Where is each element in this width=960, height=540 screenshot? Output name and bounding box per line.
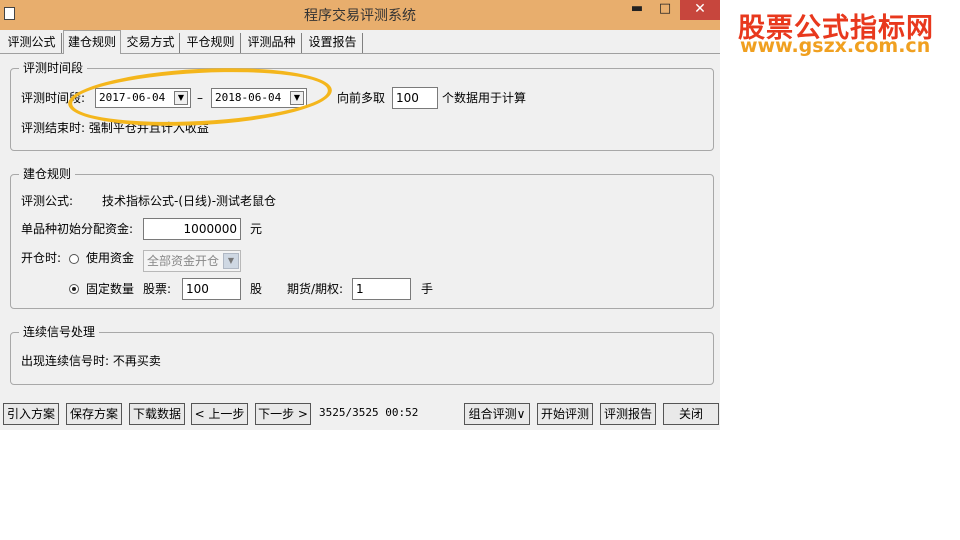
close-button[interactable]: 关闭 bbox=[663, 403, 719, 425]
stock-label: 股票: bbox=[143, 282, 172, 296]
tab-trade-mode[interactable]: 交易方式 bbox=[122, 33, 180, 53]
fixed-qty-radio[interactable] bbox=[69, 284, 79, 294]
download-data-button[interactable]: 下载数据 bbox=[129, 403, 185, 425]
tab-report-settings[interactable]: 设置报告 bbox=[303, 33, 363, 53]
chevron-down-icon[interactable]: ▼ bbox=[223, 253, 239, 269]
save-plan-button[interactable]: 保存方案 bbox=[66, 403, 122, 425]
signals-legend: 连续信号处理 bbox=[19, 325, 100, 339]
open-label: 开仓时: bbox=[21, 251, 62, 265]
futures-unit: 手 bbox=[421, 282, 434, 296]
futures-qty-input[interactable]: 1 bbox=[352, 278, 411, 300]
formula-value: 技术指标公式-(日线)-测试老鼠仓 bbox=[102, 194, 277, 208]
use-capital-radio[interactable] bbox=[69, 254, 79, 264]
next-step-button[interactable]: 下一步 > bbox=[255, 403, 311, 425]
stock-qty-input[interactable]: 100 bbox=[182, 278, 241, 300]
start-eval-button[interactable]: 开始评测 bbox=[537, 403, 593, 425]
stock-unit: 股 bbox=[250, 282, 263, 296]
capital-input[interactable]: 1000000 bbox=[143, 218, 241, 240]
close-window-button[interactable]: ✕ bbox=[680, 0, 720, 20]
window-title: 程序交易评测系统 bbox=[304, 8, 416, 24]
formula-label: 评测公式: bbox=[21, 194, 74, 208]
capital-label: 单品种初始分配资金: bbox=[21, 222, 134, 236]
lookback-suffix: 个数据用于计算 bbox=[442, 91, 527, 105]
tab-bar: 评测公式 建仓规则 交易方式 平仓规则 评测品种 设置报告 bbox=[0, 30, 720, 54]
use-capital-label[interactable]: 使用资金 bbox=[86, 250, 134, 266]
capital-mode-select[interactable]: 全部资金开仓 ▼ bbox=[143, 250, 241, 272]
watermark-url: www.gszx.com.cn bbox=[740, 35, 931, 57]
tab-close-rules[interactable]: 平仓规则 bbox=[181, 33, 241, 53]
minimize-button[interactable]: ▬ bbox=[624, 0, 650, 20]
signals-group: 连续信号处理 出现连续信号时: 不再买卖 bbox=[10, 325, 714, 385]
build-rules-group: 建仓规则 评测公式: 技术指标公式-(日线)-测试老鼠仓 单品种初始分配资金: … bbox=[10, 167, 714, 309]
maximize-button[interactable]: □ bbox=[652, 0, 678, 20]
signals-rule: 出现连续信号时: 不再买卖 bbox=[21, 354, 161, 368]
lookback-input[interactable]: 100 bbox=[392, 87, 438, 109]
combo-eval-button[interactable]: 组合评测∨ bbox=[464, 403, 530, 425]
lookback-prefix: 向前多取 bbox=[337, 91, 386, 105]
title-bar: 程序交易评测系统 ▬ □ ✕ bbox=[0, 0, 720, 30]
capital-mode-value: 全部资金开仓 bbox=[147, 254, 220, 268]
build-rules-legend: 建仓规则 bbox=[19, 167, 76, 181]
progress-status: 3525/3525 00:52 bbox=[319, 406, 419, 419]
tab-eval-formula[interactable]: 评测公式 bbox=[2, 33, 62, 53]
import-plan-button[interactable]: 引入方案 bbox=[3, 403, 59, 425]
prev-step-button[interactable]: < 上一步 bbox=[191, 403, 248, 425]
fixed-qty-label[interactable]: 固定数量 bbox=[86, 281, 134, 297]
futures-label: 期货/期权: bbox=[287, 282, 344, 296]
tab-eval-varieties[interactable]: 评测品种 bbox=[242, 33, 302, 53]
eval-period-legend: 评测时间段 bbox=[19, 61, 88, 75]
app-window: 程序交易评测系统 ▬ □ ✕ 评测公式 建仓规则 交易方式 平仓规则 评测品种 … bbox=[0, 0, 720, 430]
eval-report-button[interactable]: 评测报告 bbox=[600, 403, 656, 425]
capital-unit: 元 bbox=[250, 222, 263, 236]
tab-build-rules[interactable]: 建仓规则 bbox=[63, 30, 121, 54]
